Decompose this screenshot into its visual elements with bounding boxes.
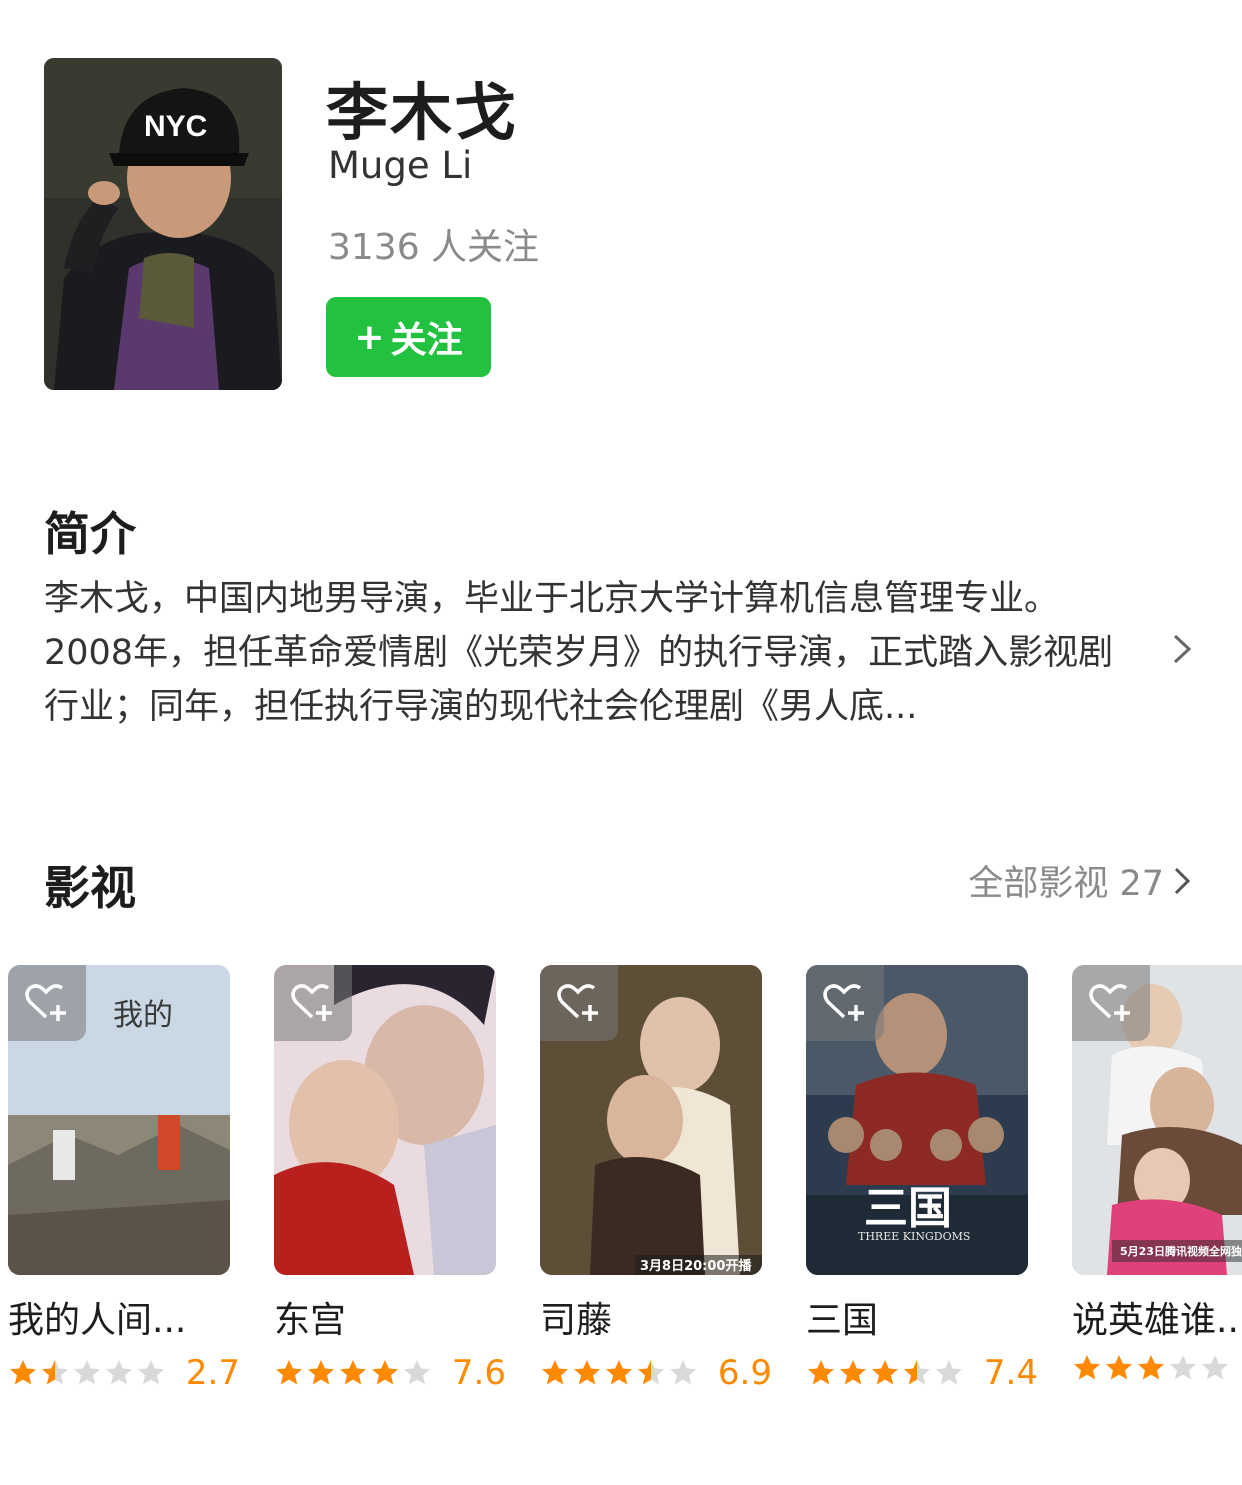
favorite-add-button[interactable] bbox=[806, 965, 884, 1041]
svg-text:我的: 我的 bbox=[113, 998, 173, 1033]
favorite-add-button[interactable] bbox=[540, 965, 618, 1041]
all-works-label: 全部影视 27 bbox=[968, 864, 1164, 904]
star-icon bbox=[840, 1360, 866, 1385]
star-icon bbox=[638, 1360, 664, 1385]
rating-row: 7.6 bbox=[274, 1353, 506, 1393]
director-photo: NYC bbox=[44, 58, 282, 390]
work-title[interactable]: 说英雄谁... bbox=[1072, 1291, 1242, 1343]
star-icon bbox=[936, 1360, 962, 1385]
premiere-banner: 3月8日20:00开播 bbox=[640, 1258, 752, 1274]
star-rating bbox=[806, 1358, 964, 1388]
intro-text[interactable]: 李木戈，中国内地男导演，毕业于北京大学计算机信息管理专业。2008年，担任革命爱… bbox=[44, 572, 1144, 734]
heart-plus-icon bbox=[557, 984, 598, 1021]
favorite-add-button[interactable] bbox=[1072, 965, 1150, 1041]
star-icon bbox=[10, 1360, 36, 1385]
star-icon bbox=[106, 1360, 132, 1385]
star-icon bbox=[308, 1360, 334, 1385]
rating-score: 7.4 bbox=[983, 1353, 1038, 1393]
star-icon bbox=[1074, 1355, 1100, 1380]
star-icon bbox=[74, 1360, 100, 1385]
work-card[interactable]: 我的 我的人间... 2.7 bbox=[8, 965, 240, 1393]
work-card[interactable]: 东宫 7.6 bbox=[274, 965, 506, 1393]
heart-plus-icon bbox=[25, 984, 66, 1021]
star-rating bbox=[1072, 1353, 1230, 1383]
rating-row bbox=[1072, 1353, 1242, 1383]
star-icon bbox=[404, 1360, 430, 1385]
poster-title-en: THREE KINGDOMS bbox=[858, 1230, 970, 1243]
plus-icon: + bbox=[354, 316, 385, 358]
star-rating bbox=[274, 1358, 432, 1388]
star-icon bbox=[1106, 1355, 1132, 1380]
rating-score: 2.7 bbox=[185, 1353, 240, 1393]
premiere-banner: 5月23日腾讯视频全网独播 bbox=[1120, 1244, 1242, 1258]
favorite-add-button[interactable] bbox=[8, 965, 86, 1041]
star-icon bbox=[904, 1360, 930, 1385]
person-name-chinese: 李木戈 bbox=[326, 76, 519, 149]
favorite-add-button[interactable] bbox=[274, 965, 352, 1041]
work-card[interactable]: 三国 THREE KINGDOMS 三国 7.4 bbox=[806, 965, 1038, 1393]
star-icon bbox=[872, 1360, 898, 1385]
rating-row: 2.7 bbox=[8, 1353, 240, 1393]
follow-button-label: 关注 bbox=[390, 320, 463, 361]
work-poster[interactable]: 5月23日腾讯视频全网独播 bbox=[1072, 965, 1242, 1275]
chevron-right-icon bbox=[1174, 867, 1191, 894]
rating-row: 6.9 bbox=[540, 1353, 772, 1393]
work-title[interactable]: 东宫 bbox=[274, 1291, 496, 1343]
star-icon bbox=[1170, 1355, 1196, 1380]
poster-title-zh: 三国 bbox=[864, 1183, 952, 1234]
star-icon bbox=[138, 1360, 164, 1385]
chevron-right-icon[interactable] bbox=[1170, 632, 1194, 666]
star-icon bbox=[1138, 1355, 1164, 1380]
works-carousel[interactable]: 我的 我的人间... 2.7 东宫 7.6 3月8日20:00开播 司藤 6.9… bbox=[0, 965, 1242, 1405]
work-title[interactable]: 司藤 bbox=[540, 1291, 762, 1343]
follow-button[interactable]: + 关注 bbox=[326, 297, 491, 377]
star-icon bbox=[606, 1360, 632, 1385]
star-rating bbox=[540, 1358, 698, 1388]
star-icon bbox=[340, 1360, 366, 1385]
heart-plus-icon bbox=[1089, 984, 1130, 1021]
work-card[interactable]: 3月8日20:00开播 司藤 6.9 bbox=[540, 965, 772, 1393]
heart-plus-icon bbox=[291, 984, 332, 1021]
intro-heading: 简介 bbox=[44, 507, 136, 561]
star-icon bbox=[574, 1360, 600, 1385]
star-rating bbox=[8, 1358, 166, 1388]
all-works-link[interactable]: 全部影视 27 bbox=[968, 855, 1192, 906]
star-icon bbox=[276, 1360, 302, 1385]
work-poster[interactable]: 3月8日20:00开播 bbox=[540, 965, 762, 1275]
work-poster[interactable]: 我的 bbox=[8, 965, 230, 1275]
cap-text: NYC bbox=[144, 110, 207, 143]
person-name-english: Muge Li bbox=[328, 144, 473, 187]
work-poster[interactable]: 三国 THREE KINGDOMS bbox=[806, 965, 1028, 1275]
work-title[interactable]: 三国 bbox=[806, 1291, 1028, 1343]
rating-row: 7.4 bbox=[806, 1353, 1038, 1393]
heart-plus-icon bbox=[823, 984, 864, 1021]
star-icon bbox=[808, 1360, 834, 1385]
star-icon bbox=[542, 1360, 568, 1385]
work-poster[interactable] bbox=[274, 965, 496, 1275]
star-icon bbox=[42, 1360, 68, 1385]
work-title[interactable]: 我的人间... bbox=[8, 1291, 230, 1343]
works-heading: 影视 bbox=[44, 861, 136, 915]
rating-score: 6.9 bbox=[717, 1353, 772, 1393]
work-card[interactable]: 5月23日腾讯视频全网独播 说英雄谁... bbox=[1072, 965, 1242, 1383]
star-icon bbox=[372, 1360, 398, 1385]
rating-score: 7.6 bbox=[451, 1353, 506, 1393]
star-icon bbox=[1202, 1355, 1228, 1380]
follower-count: 3136 人关注 bbox=[328, 227, 540, 268]
star-icon bbox=[670, 1360, 696, 1385]
